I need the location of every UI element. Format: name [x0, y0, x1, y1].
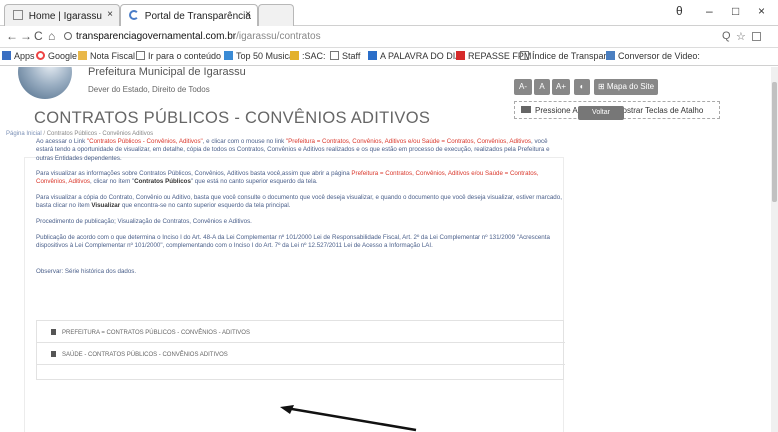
browser-tab-bar: Home | Igarassu × Portal de Transparênci… [0, 0, 778, 26]
breadcrumb-home[interactable]: Página Inicial [6, 131, 42, 137]
bookmark-ir-para-conteudo[interactable]: Ir para o conteúdo 1 [136, 51, 229, 61]
tab-label: Home | Igarassu [28, 11, 102, 22]
bookmark-top50[interactable]: Top 50 Musicas [224, 51, 299, 61]
tab-label: Portal de Transparência [144, 11, 251, 22]
keyboard-icon [521, 106, 531, 113]
page-icon [520, 51, 529, 60]
tab-close-icon[interactable]: × [107, 9, 113, 20]
tab-close-icon[interactable]: × [245, 9, 251, 20]
paragraph-procedimento: Procedimento de publicação; Visualização… [36, 218, 252, 225]
breadcrumb: Página Inicial / Contratos Públicos - Co… [6, 131, 153, 137]
star-folder-icon [78, 51, 87, 60]
address-bar-row: ← → C ⌂ transparenciagovernamental.com.b… [0, 26, 778, 48]
paragraph-instructions: Para visualizar as informações sobre Con… [36, 170, 539, 186]
breadcrumb-separator: / [43, 131, 46, 137]
annotation-arrow-icon [280, 405, 417, 432]
page-title: CONTRATOS PÚBLICOS - CONVÊNIOS ADITIVOS [34, 109, 431, 127]
sitemap-button[interactable]: ⊞ Mapa do Site [594, 79, 658, 95]
close-window-button[interactable]: × [758, 4, 765, 18]
municipal-logo[interactable] [18, 67, 72, 99]
repasse-icon [456, 51, 465, 60]
font-increase-button[interactable]: A+ [552, 79, 570, 95]
url-field[interactable]: transparenciagovernamental.com.br/igaras… [64, 29, 704, 45]
bookmark-staff[interactable]: Staff [330, 51, 360, 61]
home-button[interactable]: ⌂ [48, 29, 55, 43]
bold-visualizar: Visualizar [91, 202, 121, 210]
url-host: transparenciagovernamental.com.br [76, 31, 237, 42]
reload-button[interactable]: C [34, 29, 43, 43]
document-icon [51, 351, 56, 357]
music-icon [224, 51, 233, 60]
new-tab-button[interactable] [258, 4, 294, 26]
bookmark-star-icon[interactable]: ☆ [736, 30, 746, 43]
sac-icon [290, 51, 299, 60]
loading-icon [129, 10, 139, 20]
bookmark-google[interactable]: Google [36, 51, 77, 61]
minimize-button[interactable]: – [706, 4, 713, 18]
org-name: Prefeitura Municipal de Igarassu [88, 67, 246, 78]
contrast-button[interactable]: ◐ [574, 79, 590, 95]
tab-portal-transparencia[interactable]: Portal de Transparência × [120, 4, 258, 26]
bookmark-apps[interactable]: Apps [2, 51, 35, 61]
paragraph-visualizar: Para visualizar a cópia do Contrato, Con… [36, 194, 562, 210]
converter-icon [606, 51, 615, 60]
bookmark-nota-fiscal[interactable]: Nota Fiscal [78, 51, 135, 61]
list-item-prefeitura[interactable]: PREFEITURA = CONTRATOS PÚBLICOS - CONVÊN… [37, 321, 565, 343]
org-subtitle: Dever do Estado, Direito de Todos [88, 85, 210, 94]
zoom-icon[interactable]: Q [722, 30, 731, 42]
paragraph-observar: Observar: Série histórica dos dados. [36, 268, 137, 275]
page-icon [13, 10, 23, 20]
page-icon [330, 51, 339, 60]
url-path: /igarassu/contratos [236, 31, 321, 42]
palavra-icon [368, 51, 377, 60]
account-icon[interactable]: θ [676, 4, 683, 18]
font-normal-button[interactable]: A [534, 79, 550, 95]
google-icon [36, 51, 45, 60]
bookmark-indice-transparencia[interactable]: Índice de Transparê [520, 51, 612, 61]
paragraph-intro: Ao acessar o Link "Contratos Públicos - … [36, 138, 550, 162]
bookmark-sac[interactable]: :SAC: [290, 51, 326, 61]
paragraph-publicacao: Publicação de acordo com o que determina… [36, 234, 550, 250]
tab-home-igarassu[interactable]: Home | Igarassu × [4, 4, 120, 26]
contracts-list: PREFEITURA = CONTRATOS PÚBLICOS - CONVÊN… [36, 320, 565, 380]
sitemap-icon: ⊞ [597, 82, 607, 91]
extension-icon[interactable] [752, 32, 761, 41]
list-item-saude[interactable]: SAÚDE - CONTRATOS PÚBLICOS - CONVÊNIOS A… [37, 343, 565, 365]
back-button[interactable]: ← [6, 29, 18, 43]
document-icon [51, 329, 56, 335]
info-icon [64, 32, 72, 40]
bookmark-palavra-do-dia[interactable]: A PALAVRA DO DIA [368, 51, 461, 61]
breadcrumb-current: Contratos Públicos - Convênios Aditivos [46, 131, 154, 137]
maximize-button[interactable]: □ [732, 4, 739, 18]
link-prefeitura-saude[interactable]: "Prefeitura = Contratos, Convênios, Adit… [286, 138, 531, 145]
bookmark-conversor-video[interactable]: Conversor de Video: [606, 51, 700, 61]
page-icon [136, 51, 145, 60]
forward-button[interactable]: → [20, 29, 32, 43]
bookmarks-bar: Apps Google Nota Fiscal Ir para o conteú… [0, 48, 778, 66]
font-decrease-button[interactable]: A- [514, 79, 532, 95]
bold-contratos-publicos: Contratos Públicos [134, 178, 191, 186]
apps-grid-icon [2, 51, 11, 60]
link-contratos-publicos[interactable]: "Contratos Públicos - Convênios, Aditivo… [87, 138, 203, 145]
scrollbar-thumb[interactable] [772, 82, 777, 202]
back-button-voltar[interactable]: Voltar [578, 106, 624, 120]
